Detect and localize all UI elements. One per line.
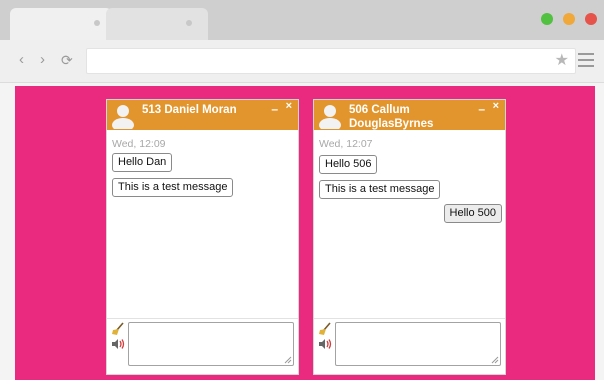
chat-message: This is a test message [112,178,234,197]
message-timestamp: Wed, 12:07 [319,138,373,150]
close-button[interactable]: × [493,100,499,112]
forward-icon[interactable]: › [40,50,45,70]
browser-tabstrip [0,0,604,40]
sound-toggle-icon[interactable] [318,338,332,350]
chat-window: 506 Callum DouglasByrnes – × Wed, 12:07 … [313,99,506,375]
reload-icon[interactable]: ⟳ [61,50,73,70]
chat-message: Hello 500 [443,204,502,223]
browser-tab-active[interactable] [10,8,112,40]
chat-header[interactable]: 513 Daniel Moran – × [107,100,298,130]
chat-message: This is a test message [319,180,441,199]
tab-close-icon[interactable] [94,20,100,26]
chat-header[interactable]: 506 Callum DouglasByrnes – × [314,100,505,130]
browser-tab-inactive[interactable] [106,8,208,40]
chat-window: 513 Daniel Moran – × Wed, 12:09 Hello Da… [106,99,299,375]
back-icon[interactable]: ‹ [19,50,24,70]
address-bar[interactable]: ★ [86,48,576,74]
page-content: 513 Daniel Moran – × Wed, 12:09 Hello Da… [15,86,595,380]
close-button[interactable]: × [286,100,292,112]
minimize-button[interactable]: – [478,102,485,116]
resize-grip-icon[interactable] [491,356,499,364]
clear-history-broom-icon[interactable] [318,322,332,336]
user-avatar-icon [319,105,341,129]
resize-grip-icon[interactable] [284,356,292,364]
user-avatar-icon [112,105,134,129]
sound-toggle-icon[interactable] [111,338,125,350]
minimize-button[interactable]: – [271,102,278,116]
menu-icon[interactable] [578,53,594,71]
browser-toolbar: ‹ › ⟳ ★ [0,40,604,83]
chat-message: Hello Dan [112,153,173,172]
chat-message: Hello 506 [319,155,378,174]
minimize-dot-icon[interactable] [563,13,575,25]
divider [107,318,298,319]
message-input[interactable] [335,322,501,366]
close-dot-icon[interactable] [585,13,597,25]
message-input[interactable] [128,322,294,366]
maximize-dot-icon[interactable] [541,13,553,25]
chat-title: 513 Daniel Moran [142,104,237,116]
divider [314,318,505,319]
chat-title: 506 Callum DouglasByrnes [349,104,434,130]
tab-close-icon[interactable] [186,20,192,26]
message-timestamp: Wed, 12:09 [112,138,166,150]
bookmark-star-icon[interactable]: ★ [555,51,569,71]
clear-history-broom-icon[interactable] [111,322,125,336]
